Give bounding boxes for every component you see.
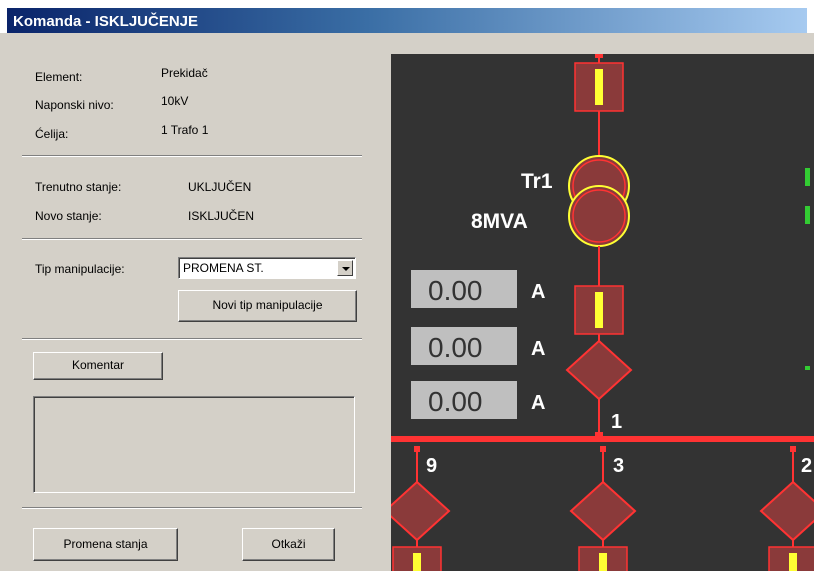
new-state-label: Novo stanje: — [35, 209, 102, 223]
voltage-label: Naponski nivo: — [35, 98, 114, 112]
element-label: Element: — [35, 70, 83, 84]
element-value: Prekidač — [161, 66, 208, 80]
current-unit: A — [531, 281, 545, 303]
comment-textarea[interactable] — [33, 396, 355, 493]
breaker-transformer-switch-bar — [595, 292, 603, 328]
comment-button[interactable]: Komentar — [33, 352, 163, 380]
manipulation-type-value: PROMENA ST. — [183, 261, 264, 275]
breaker-top-switch-bar — [595, 69, 603, 105]
manipulation-type-select[interactable]: PROMENA ST. — [178, 257, 356, 279]
breaker-switch-bar — [413, 553, 421, 571]
current-value: 0.00 — [428, 275, 483, 306]
breaker-switch-bar — [789, 553, 797, 571]
disconnector-transformer[interactable] — [565, 339, 633, 401]
feeder-label: 2 — [801, 455, 812, 477]
scheme-svg: Tr1 8MVA 0.00 A 0.00 A 0.00 A 1 9 3 2 — [391, 54, 814, 571]
title-bar: Komanda - ISKLJUČENJE — [0, 0, 814, 33]
manipulation-type-label: Tip manipulacije: — [35, 262, 125, 276]
transformer-power: 8MVA — [471, 210, 528, 233]
feeder-label: 9 — [426, 455, 437, 477]
dropdown-arrow-icon[interactable] — [337, 260, 353, 276]
current-value: 0.00 — [428, 386, 483, 417]
cell-label: Ćelija: — [35, 127, 69, 141]
current-value: 0.00 — [428, 332, 483, 363]
transformer-winding-lower — [568, 185, 630, 247]
separator — [22, 238, 362, 240]
separator — [22, 338, 362, 340]
voltage-value: 10kV — [161, 94, 189, 108]
status-indicator — [805, 366, 810, 370]
current-unit: A — [531, 338, 545, 360]
separator — [22, 507, 362, 509]
new-manipulation-type-button[interactable]: Novi tip manipulacije — [178, 290, 357, 322]
breaker-top[interactable] — [574, 62, 624, 112]
current-unit: A — [531, 392, 545, 414]
breaker-switch-bar — [599, 553, 607, 571]
busbar-label: 1 — [611, 411, 622, 433]
single-line-diagram: Tr1 8MVA 0.00 A 0.00 A 0.00 A 1 9 3 2 — [391, 54, 814, 571]
current-state-label: Trenutno stanje: — [35, 180, 122, 194]
window-title: Komanda - ISKLJUČENJE — [13, 13, 199, 30]
feeder-label: 3 — [613, 455, 624, 477]
current-state-value: UKLJUČEN — [188, 180, 252, 194]
status-indicator — [805, 206, 810, 224]
transformer-icon[interactable] — [568, 155, 630, 247]
change-state-button[interactable]: Promena stanja — [33, 528, 178, 561]
cell-value: 1 Trafo 1 — [161, 123, 209, 137]
breaker-transformer[interactable] — [574, 285, 624, 335]
new-state-value: ISKLJUČEN — [188, 209, 255, 223]
disconnector-feeder-2[interactable] — [759, 480, 814, 542]
cancel-button[interactable]: Otkaži — [242, 528, 335, 561]
disconnector-feeder-3[interactable] — [569, 480, 637, 542]
status-indicator — [805, 168, 810, 186]
connection-point — [595, 54, 603, 58]
busbar-connection-point — [595, 432, 603, 438]
transformer-name: Tr1 — [521, 170, 553, 193]
disconnector-feeder-9[interactable] — [391, 480, 451, 542]
separator — [22, 155, 362, 157]
